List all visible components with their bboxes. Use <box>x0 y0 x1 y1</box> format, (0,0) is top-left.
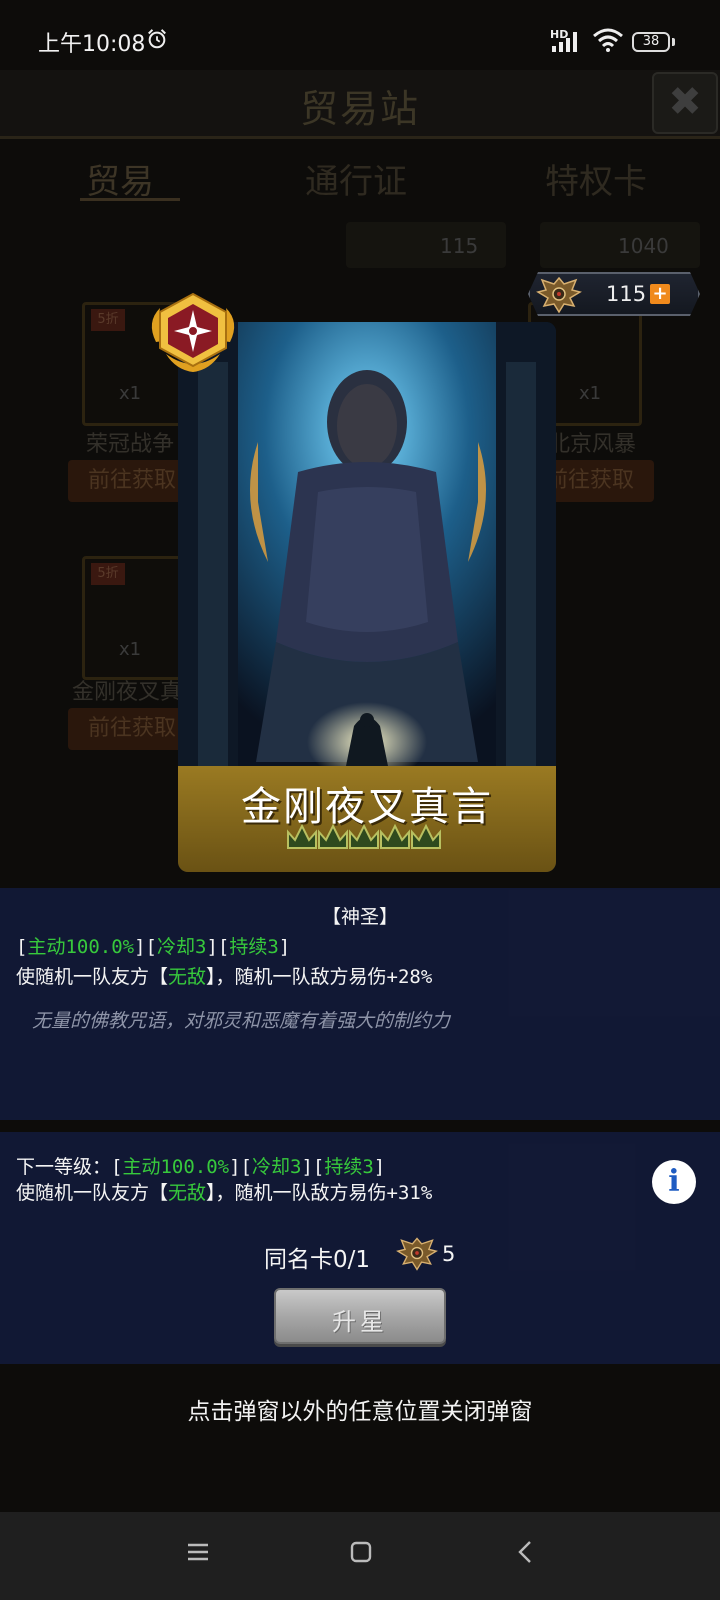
card-rarity-title: 【神圣】 <box>321 906 398 928</box>
star-rating <box>287 823 441 849</box>
skill-effect-segment: 】，随机一队敌方易伤+28% <box>206 966 433 988</box>
next-level-tag-segment: ][ <box>301 1156 325 1178</box>
background-card-1-discount: 5折 <box>91 309 125 331</box>
next-level-effect-segment: 无敌 <box>168 1182 207 1204</box>
battery-indicator: 38 <box>632 32 670 52</box>
holy-rarity-badge-icon <box>151 292 235 372</box>
skill-tag-segment: 持续3 <box>229 936 279 958</box>
background-currency-1: 115 <box>346 222 506 268</box>
crown-star-icon <box>411 823 441 849</box>
skill-tags: [主动100.0%][冷却3][持续3] <box>16 932 290 959</box>
skill-tag-segment: 冷却3 <box>156 936 207 958</box>
background-card-2-count: x1 <box>579 383 602 404</box>
background-currency-1-value: 115 <box>440 234 479 258</box>
next-level-tags: 下一等级：[主动100.0%][冷却3][持续3] <box>16 1152 385 1179</box>
currency-chip-value: 115 <box>606 282 647 306</box>
menu-icon[interactable] <box>186 1540 210 1564</box>
background-card-2-name: 北京风暴 <box>548 432 637 457</box>
background-card-3-button: 前往获取 <box>68 708 196 750</box>
crown-star-icon <box>380 823 410 849</box>
status-time: 上午10:08 <box>38 32 146 57</box>
upgrade-cost: 5 <box>442 1242 456 1266</box>
next-level-tag-segment: 主动100.0% <box>122 1156 230 1178</box>
skill-card: 金刚夜叉真言 <box>178 322 556 872</box>
eagle-emblem-icon <box>536 276 582 314</box>
background-close-button: ✖ <box>652 72 718 134</box>
background-currency-2: 1040 <box>540 222 700 268</box>
crown-star-icon <box>287 823 317 849</box>
currency-plus-button[interactable]: + <box>650 284 670 304</box>
crown-star-icon <box>318 823 348 849</box>
skill-effect-segment: 使随机一队友方【 <box>16 966 169 988</box>
next-level-tag-segment: ] <box>373 1156 386 1178</box>
close-hint: 点击弹窗以外的任意位置关闭弹窗 <box>187 1399 533 1425</box>
skill-tag-segment: [ <box>16 936 28 958</box>
next-level-tag-segment: 持续3 <box>324 1156 374 1178</box>
upgrade-star-button[interactable]: 升星 <box>274 1288 446 1344</box>
back-icon[interactable] <box>514 1540 538 1564</box>
signal-icon <box>552 32 577 52</box>
currency-chip[interactable]: 115 + <box>528 272 700 316</box>
home-icon[interactable] <box>349 1540 373 1564</box>
duplicate-card-count: 同名卡0/1 <box>264 1247 371 1273</box>
background-card-3-count: x1 <box>119 639 142 660</box>
background-tab-underline <box>80 198 180 201</box>
eagle-emblem-icon <box>396 1237 438 1271</box>
next-level-tag-segment: 下一等级：[ <box>16 1156 123 1178</box>
next-level-effect: 使随机一队友方【无敌】，随机一队敌方易伤+31% <box>16 1178 432 1205</box>
background-card-1-count: x1 <box>119 383 142 404</box>
next-level-tag-segment: ][ <box>229 1156 252 1178</box>
alarm-icon <box>148 29 166 49</box>
wifi-icon <box>593 28 623 52</box>
background-card-1-name: 荣冠战争 <box>86 432 175 457</box>
next-level-effect-segment: 使随机一队友方【 <box>16 1182 169 1204</box>
next-level-effect-segment: 】，随机一队敌方易伤+31% <box>206 1182 433 1204</box>
skill-tag-segment: 主动100.0% <box>27 936 135 958</box>
skill-effect-segment: 无敌 <box>168 966 207 988</box>
skill-effect: 使随机一队友方【无敌】，随机一队敌方易伤+28% <box>16 962 432 989</box>
background-title: 贸易站 <box>299 87 420 131</box>
crown-star-icon <box>349 823 379 849</box>
next-level-tag-segment: 冷却3 <box>251 1156 302 1178</box>
background-currency-2-value: 1040 <box>618 234 669 258</box>
background-card-3-discount: 5折 <box>91 563 125 585</box>
battery-tip <box>672 38 675 46</box>
upgrade-star-label: 升星 <box>332 1308 388 1336</box>
background-tab-vip: 特权卡 <box>545 162 647 202</box>
background-card-1-button: 前往获取 <box>68 460 196 502</box>
background-tab-pass: 通行证 <box>305 162 407 202</box>
skill-tag-segment: ] <box>278 936 291 958</box>
info-icon[interactable]: i <box>652 1160 696 1204</box>
skill-tag-segment: ][ <box>134 936 157 958</box>
background-tab-trade: 贸易 <box>86 162 154 202</box>
flavor-text: 无量的佛教咒语，对邪灵和恶魔有着强大的制约力 <box>32 1010 451 1032</box>
background-card-3-name: 金刚夜叉真 <box>72 680 183 705</box>
skill-tag-segment: ][ <box>206 936 230 958</box>
